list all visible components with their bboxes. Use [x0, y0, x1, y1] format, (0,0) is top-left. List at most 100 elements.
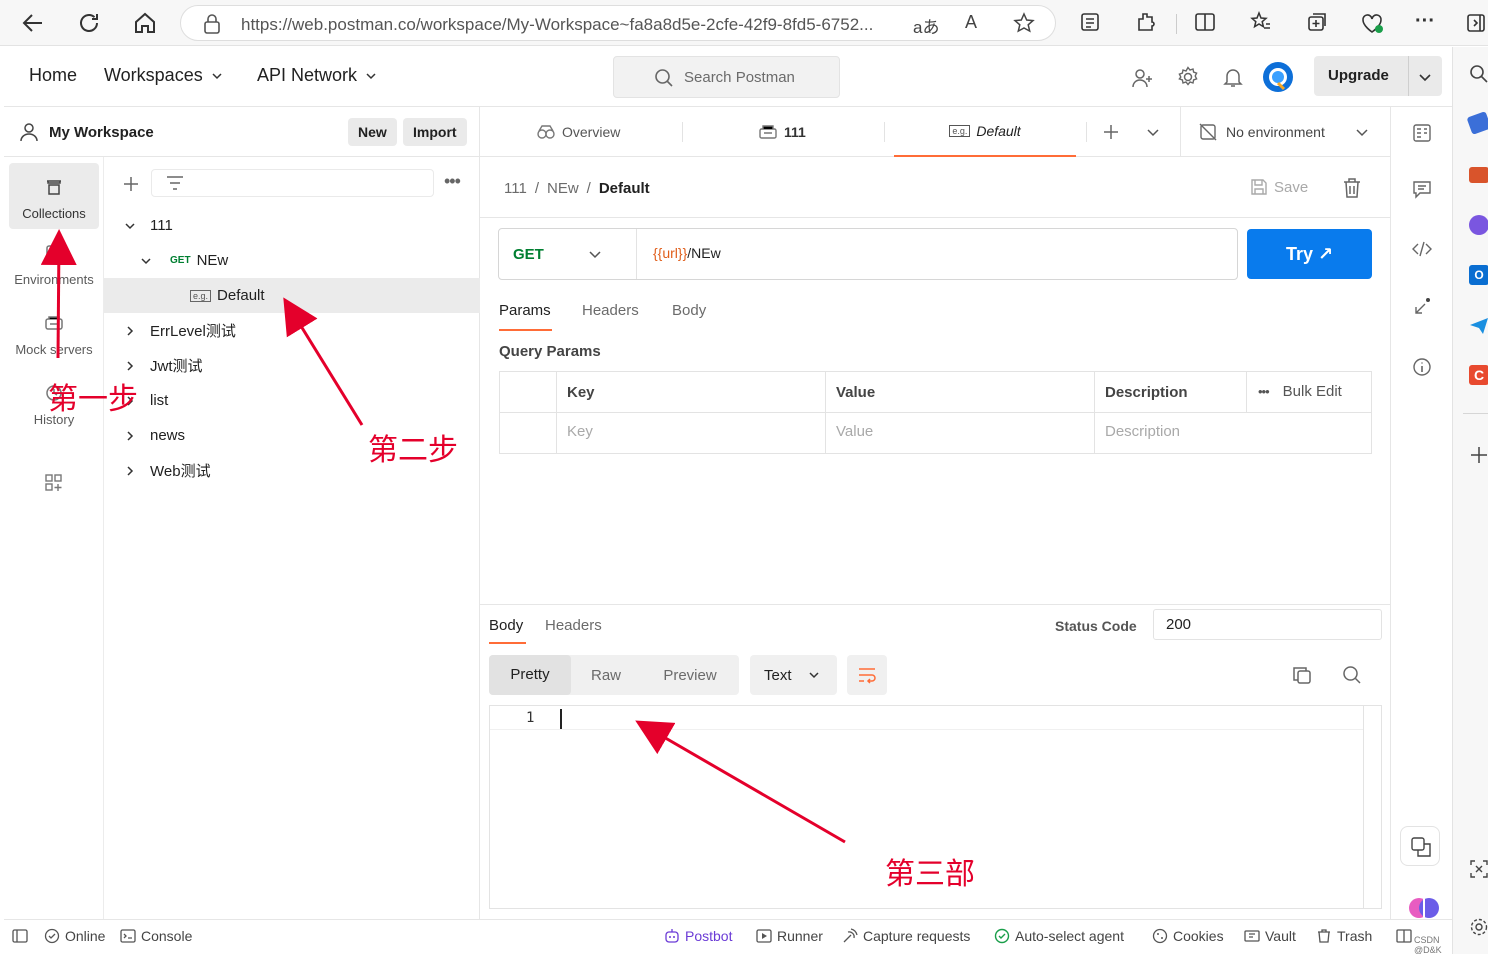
home-icon[interactable]	[132, 10, 158, 36]
tree-request-new[interactable]: GET NEw	[104, 243, 480, 278]
search-icon[interactable]	[1342, 665, 1362, 685]
method-select[interactable]: GET	[499, 229, 637, 279]
description-input[interactable]: Description	[1105, 423, 1180, 440]
tab-headers[interactable]: Headers	[582, 302, 639, 319]
agent-selector[interactable]: Auto-select agent	[994, 928, 1124, 944]
related-collections-icon[interactable]	[1412, 297, 1432, 317]
runner-button[interactable]: Runner	[756, 928, 823, 944]
new-tab-plus-icon[interactable]	[1102, 123, 1120, 141]
browser-essentials-icon[interactable]	[1359, 10, 1385, 36]
breadcrumb-request[interactable]: NEw	[547, 180, 579, 197]
code-snippet-icon[interactable]	[1412, 239, 1432, 259]
documentation-icon[interactable]	[1412, 123, 1432, 143]
upgrade-button[interactable]: Upgrade	[1314, 56, 1442, 96]
back-icon[interactable]	[20, 10, 46, 36]
chevron-down-icon[interactable]	[140, 255, 152, 267]
editor-scrollbar[interactable]	[1363, 706, 1381, 908]
nav-workspaces[interactable]: Workspaces	[104, 65, 223, 86]
view-pretty[interactable]: Pretty	[489, 655, 571, 695]
tree-collection-errlevel[interactable]: ErrLevel测试	[104, 313, 480, 348]
online-status[interactable]: Online	[44, 928, 105, 944]
tab-default[interactable]: e.g. Default	[894, 107, 1076, 157]
favorite-star-icon[interactable]	[1013, 12, 1035, 34]
value-input[interactable]: Value	[836, 423, 873, 440]
response-tab-body[interactable]: Body	[489, 617, 526, 644]
read-aloud-icon[interactable]: A	[965, 12, 977, 33]
tab-list-chevron-icon[interactable]	[1146, 125, 1160, 139]
nav-api-network[interactable]: API Network	[257, 65, 377, 86]
nav-home[interactable]: Home	[29, 65, 77, 86]
app-c-icon[interactable]: C	[1469, 365, 1488, 385]
status-code-input[interactable]: 200	[1153, 609, 1382, 640]
settings-gear-icon[interactable]	[1177, 66, 1199, 88]
notifications-bell-icon[interactable]	[1222, 66, 1244, 88]
vault-button[interactable]: Vault	[1244, 928, 1296, 944]
chevron-right-icon[interactable]	[124, 465, 136, 477]
add-app-icon[interactable]	[1469, 445, 1488, 465]
response-tab-headers[interactable]: Headers	[545, 617, 602, 634]
outlook-icon[interactable]: O	[1469, 265, 1488, 285]
cookies-button[interactable]: Cookies	[1152, 928, 1224, 944]
configure-sidebar-icon[interactable]	[44, 473, 64, 493]
tree-collection-111[interactable]: 111	[104, 208, 480, 243]
bulk-edit-button[interactable]: ••• Bulk Edit	[1258, 383, 1342, 400]
add-collection-icon[interactable]	[122, 175, 140, 193]
environment-selector[interactable]: No environment	[1198, 122, 1369, 142]
save-button[interactable]: Save	[1250, 178, 1308, 196]
chevron-down-icon[interactable]	[124, 220, 136, 232]
lock-icon[interactable]	[203, 14, 221, 34]
url-input[interactable]: {{url}}/NEw	[653, 245, 721, 261]
split-screen-icon[interactable]	[1193, 10, 1219, 36]
breadcrumb-collection[interactable]: 111	[504, 180, 527, 197]
translate-icon[interactable]: aあ	[913, 13, 939, 38]
sidebar-item-mock-servers[interactable]: Mock servers	[9, 303, 99, 369]
tab-collection-111[interactable]: 111	[758, 107, 806, 157]
copy-icon[interactable]	[1292, 665, 1312, 685]
comments-icon[interactable]	[1412, 179, 1432, 199]
import-button[interactable]: Import	[403, 118, 467, 146]
tree-collection-jwt[interactable]: Jwt测试	[104, 348, 480, 383]
address-bar[interactable]: https://web.postman.co/workspace/My-Work…	[180, 5, 1056, 41]
screenshot-icon[interactable]	[1469, 859, 1488, 879]
chevron-right-icon[interactable]	[124, 325, 136, 337]
info-icon[interactable]	[1412, 357, 1432, 377]
send-icon[interactable]	[1469, 317, 1488, 335]
chevron-right-icon[interactable]	[124, 430, 136, 442]
invite-user-icon[interactable]	[1132, 67, 1154, 89]
sidebar-toggle-icon[interactable]	[1466, 12, 1488, 34]
toggle-sidebar-icon[interactable]	[12, 928, 28, 944]
layout-toggle-icon[interactable]	[1396, 928, 1412, 944]
view-preview[interactable]: Preview	[641, 667, 739, 684]
more-menu-icon[interactable]: ···	[1415, 10, 1441, 36]
toolbox-icon[interactable]	[1469, 167, 1488, 183]
key-input[interactable]: Key	[567, 423, 593, 440]
tree-collection-list[interactable]: list	[104, 383, 480, 418]
extensions-icon[interactable]	[1134, 10, 1160, 36]
favorites-icon[interactable]	[1249, 10, 1275, 36]
delete-trash-icon[interactable]	[1342, 177, 1362, 199]
search-input[interactable]: Search Postman	[613, 56, 840, 98]
avatar[interactable]	[1262, 61, 1294, 93]
reading-mode-icon[interactable]	[1078, 10, 1104, 36]
sidebar-item-collections[interactable]: Collections	[9, 163, 99, 229]
wrap-lines-icon[interactable]	[847, 655, 887, 695]
view-raw[interactable]: Raw	[571, 667, 641, 684]
chevron-down-icon[interactable]	[1418, 70, 1432, 84]
tab-overview[interactable]: Overview	[536, 107, 620, 157]
tree-example-default[interactable]: e.g. Default	[104, 278, 480, 313]
trash-button[interactable]: Trash	[1316, 928, 1372, 944]
translate-helper-icon[interactable]	[1400, 826, 1440, 866]
refresh-icon[interactable]	[76, 10, 102, 36]
new-button[interactable]: New	[348, 118, 397, 146]
sidebar-item-environments[interactable]: Environments	[9, 233, 99, 299]
chevron-right-icon[interactable]	[124, 360, 136, 372]
console-button[interactable]: Console	[120, 928, 192, 944]
try-button[interactable]: Try ↗	[1247, 229, 1372, 279]
tab-params[interactable]: Params	[499, 302, 552, 331]
more-options-icon[interactable]: •••	[444, 171, 461, 192]
capture-requests-button[interactable]: Capture requests	[842, 928, 970, 944]
postbot-button[interactable]: Postbot	[664, 928, 732, 944]
copilot-icon[interactable]	[1469, 215, 1488, 235]
collections-browser-icon[interactable]	[1305, 10, 1331, 36]
tag-icon[interactable]	[1466, 111, 1488, 135]
